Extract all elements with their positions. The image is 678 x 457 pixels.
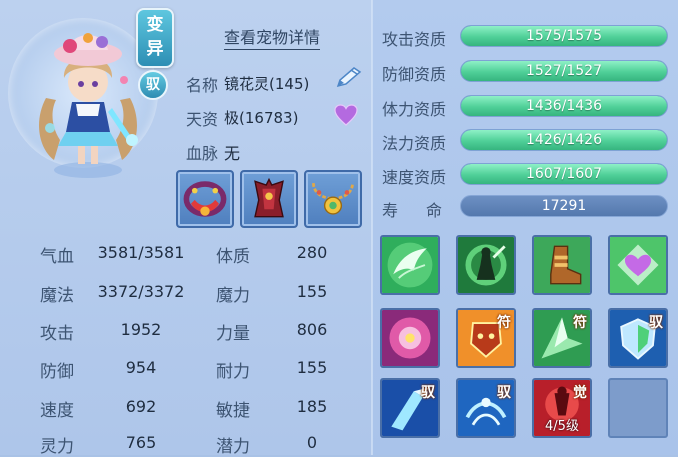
stat-defense-label: 防御 <box>40 362 74 382</box>
talisman-tag: 符 <box>573 315 587 331</box>
attr-constitution-label: 体质 <box>216 247 250 267</box>
stat-spirit-value: 765 <box>125 433 157 452</box>
stat-speed-value: 692 <box>125 397 157 416</box>
panel-divider <box>371 0 373 455</box>
wing-skill-icon <box>382 237 438 293</box>
attr-endurance-label: 耐力 <box>216 362 250 382</box>
aptitude-speed-value: 1607/1607 <box>526 166 602 182</box>
aptitude-stamina-bar: 1436/1436 <box>460 95 668 117</box>
aptitude-stamina-label: 体力资质 <box>382 100 447 119</box>
armor-equipment-icon <box>254 177 284 218</box>
aptitude-stamina-value: 1436/1436 <box>526 98 602 114</box>
aptitude-mana-value: 1426/1426 <box>526 132 602 148</box>
equipment-slot-armor[interactable] <box>240 170 298 228</box>
name-value: 镜花灵(145) <box>224 75 310 93</box>
attr-magic-label: 魔力 <box>216 286 250 306</box>
talent-value: 极(16783) <box>224 109 299 127</box>
tamed-badge: 驭 <box>138 70 168 100</box>
skill-slot-7[interactable]: 符 <box>532 308 592 368</box>
warrior-skill-icon <box>458 237 514 293</box>
stat-attack-value: 1952 <box>120 320 162 339</box>
pet-portrait[interactable] <box>28 20 148 180</box>
necklace-equipment-icon <box>312 182 354 215</box>
skill-slot-10[interactable]: 驭 <box>456 378 516 438</box>
attr-magic-value: 155 <box>296 282 328 301</box>
stat-hp-value: 3581/3581 <box>97 243 185 262</box>
stat-spirit-label: 灵力 <box>40 437 74 457</box>
skill-slot-11[interactable]: 觉 4/5级 <box>532 378 592 438</box>
attr-constitution-value: 280 <box>296 243 328 262</box>
stat-speed-label: 速度 <box>40 401 74 421</box>
collar-equipment-icon <box>183 181 227 217</box>
skill-slot-empty[interactable] <box>608 378 668 438</box>
aptitude-defense-value: 1527/1527 <box>526 63 602 79</box>
bloodline-label: 血脉 <box>186 144 219 163</box>
attr-agility-label: 敏捷 <box>216 401 250 421</box>
aptitude-speed-bar: 1607/1607 <box>460 163 668 185</box>
attr-strength-label: 力量 <box>216 324 250 344</box>
awakening-level: 4/5级 <box>545 419 579 434</box>
talent-label: 天资 <box>186 110 219 129</box>
variant-badge: 变异 <box>136 8 174 68</box>
stat-defense-value: 954 <box>125 358 157 377</box>
skill-slot-5[interactable] <box>380 308 440 368</box>
view-pet-details-link[interactable]: 查看宠物详情 <box>224 24 321 50</box>
stat-hp-label: 气血 <box>40 247 74 267</box>
boot-skill-icon <box>534 237 590 293</box>
tamed-tag: 驭 <box>497 385 511 401</box>
skill-slot-4[interactable] <box>608 235 668 295</box>
heart-skill-icon <box>610 237 666 293</box>
attr-potential-value: 0 <box>306 433 318 452</box>
attr-strength-value: 806 <box>296 320 328 339</box>
bloodline-value: 无 <box>224 144 241 163</box>
aptitude-speed-label: 速度资质 <box>382 168 447 187</box>
aptitude-mana-label: 法力资质 <box>382 134 447 153</box>
skill-slot-9[interactable]: 驭 <box>380 378 440 438</box>
skill-slot-1[interactable] <box>380 235 440 295</box>
attr-agility-value: 185 <box>296 397 328 416</box>
lifespan-value: 17291 <box>460 195 668 217</box>
tamed-tag: 驭 <box>649 315 663 331</box>
skill-slot-6[interactable]: 符 <box>456 308 516 368</box>
equipment-slot-necklace[interactable] <box>304 170 362 228</box>
stat-mp-value: 3372/3372 <box>97 282 185 301</box>
awakening-tag: 觉 <box>573 385 587 401</box>
aptitude-defense-bar: 1527/1527 <box>460 60 668 82</box>
equipment-slot-collar[interactable] <box>176 170 234 228</box>
variant-badge-text: 变异 <box>146 15 164 59</box>
skill-slot-2[interactable] <box>456 235 516 295</box>
stat-mp-label: 魔法 <box>40 286 74 306</box>
stat-attack-label: 攻击 <box>40 324 74 344</box>
lotus-skill-icon <box>382 310 438 366</box>
attr-potential-label: 潜力 <box>216 437 250 457</box>
aptitude-attack-value: 1575/1575 <box>526 28 602 44</box>
skill-slot-3[interactable] <box>532 235 592 295</box>
name-label: 名称 <box>186 76 219 95</box>
tamed-tag: 驭 <box>421 385 435 401</box>
lifespan-label: 寿 命 <box>382 201 449 220</box>
talisman-tag: 符 <box>497 315 511 331</box>
skill-slot-8[interactable]: 驭 <box>608 308 668 368</box>
aptitude-attack-label: 攻击资质 <box>382 30 447 49</box>
heart-icon[interactable] <box>334 104 358 126</box>
edit-name-icon[interactable] <box>334 66 364 90</box>
aptitude-attack-bar: 1575/1575 <box>460 25 668 47</box>
aptitude-defense-label: 防御资质 <box>382 65 447 84</box>
aptitude-mana-bar: 1426/1426 <box>460 129 668 151</box>
attr-endurance-value: 155 <box>296 358 328 377</box>
